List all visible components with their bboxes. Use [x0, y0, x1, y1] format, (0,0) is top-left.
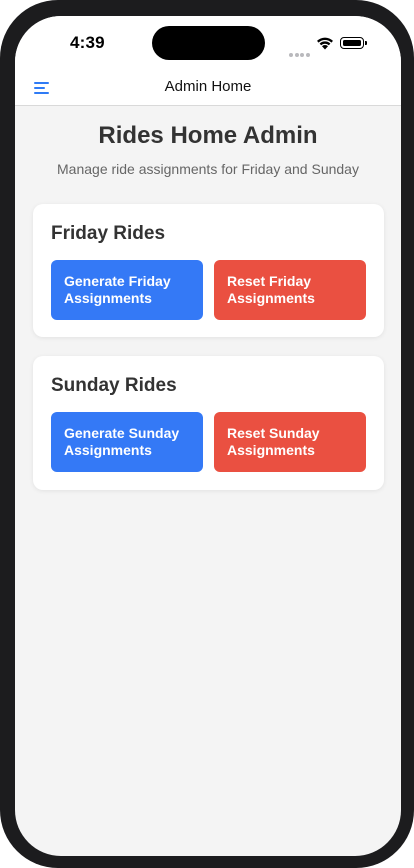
page-subtitle: Manage ride assignments for Friday and S… — [57, 161, 359, 177]
wifi-icon — [317, 37, 333, 50]
status-time: 4:39 — [70, 33, 105, 52]
sunday-rides-card: Sunday Rides Generate Sunday Assignments… — [33, 356, 384, 490]
app-screen: 4:39 Admin Home Rides Home Admin Manage … — [15, 16, 401, 856]
friday-rides-title: Friday Rides — [51, 223, 166, 244]
status-bar: 4:39 — [15, 16, 401, 74]
reset-sunday-assignments-button[interactable]: Reset Sunday Assignments — [214, 412, 366, 472]
sunday-rides-title: Sunday Rides — [51, 375, 177, 396]
dynamic-island — [152, 26, 265, 60]
generate-friday-assignments-button[interactable]: Generate Friday Assignments — [51, 260, 203, 320]
phone-frame: 4:39 Admin Home Rides Home Admin Manage … — [0, 0, 414, 868]
navigation-bar: Admin Home — [15, 74, 401, 106]
nav-title: Admin Home — [164, 78, 252, 95]
reset-friday-assignments-button[interactable]: Reset Friday Assignments — [214, 260, 366, 320]
cellular-signal-icon — [289, 44, 311, 57]
generate-sunday-assignments-button[interactable]: Generate Sunday Assignments — [51, 412, 203, 472]
battery-icon — [340, 37, 367, 49]
page-title: Rides Home Admin — [98, 122, 318, 149]
friday-rides-card: Friday Rides Generate Friday Assignments… — [33, 204, 384, 337]
